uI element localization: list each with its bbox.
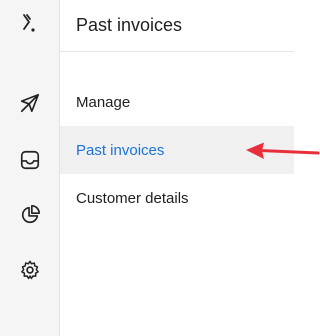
- menu-item-past-invoices[interactable]: Past invoices: [60, 126, 294, 174]
- panel-header: Past invoices: [60, 0, 294, 52]
- send-icon[interactable]: [18, 91, 42, 115]
- app-window: Past invoices Manage Past invoices Custo…: [0, 0, 320, 336]
- icon-rail: [0, 0, 60, 336]
- page-title: Past invoices: [76, 15, 183, 35]
- logo-icon[interactable]: [18, 11, 42, 35]
- menu-item-customer-details[interactable]: Customer details: [60, 174, 294, 222]
- menu-item-manage[interactable]: Manage: [60, 78, 294, 126]
- settings-panel: Past invoices Manage Past invoices Custo…: [60, 0, 320, 336]
- gear-icon[interactable]: [18, 258, 42, 282]
- chart-icon[interactable]: [18, 203, 42, 227]
- inbox-icon[interactable]: [18, 148, 42, 172]
- panel-menu: Manage Past invoices Customer details: [60, 78, 294, 222]
